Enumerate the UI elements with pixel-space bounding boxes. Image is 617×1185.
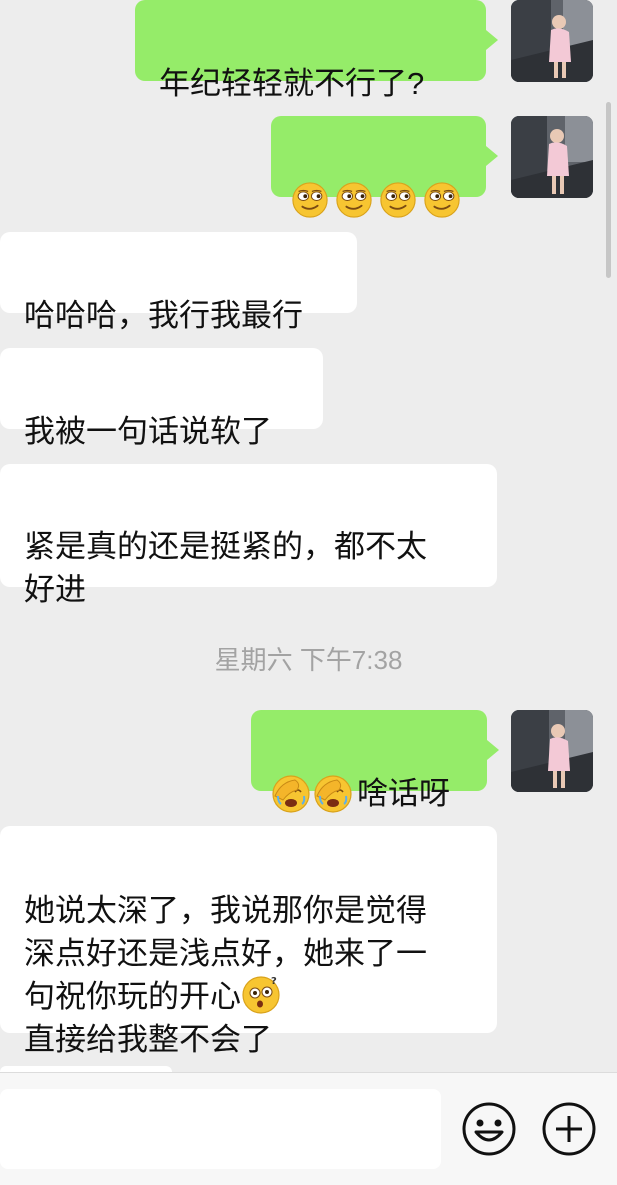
emoji-face-icon[interactable] [461,1101,517,1157]
message-text: 哈哈哈，我行我最行 [24,298,303,333]
avatar[interactable] [511,116,593,198]
facepalm-emoji [314,774,352,813]
confused-emoji: ? [242,976,280,1014]
bubble-tail [486,30,498,50]
message-bubble-sent[interactable] [271,116,486,218]
message-bubble-sent[interactable]: 啥话呀 [251,710,487,813]
emoji-row: 啥话呀 [271,772,467,815]
chat-area: 年纪轻轻就不行了? 哈哈哈，我行我最行 我被一句话说软了 紧是真的还是挺紧的，都… [0,0,617,1072]
message-text: 年纪轻轻就不行了? [159,66,425,101]
message-bubble-received[interactable]: 哈哈哈，我行我最行 [0,232,357,333]
message-input[interactable] [0,1089,441,1169]
message-text: 她说太深了，我说那你是觉得 深点好还是浅点好，她来了一 句祝你玩的开心 [24,893,427,1014]
smirk-emoji [336,181,372,218]
plus-icon[interactable] [541,1101,597,1157]
message-bubble-received[interactable]: 她说太深了，我说那你是觉得 深点好还是浅点好，她来了一 句祝你玩的开心? 直接给… [0,826,497,1057]
bubble-tail [487,740,499,760]
message-bubble-received[interactable]: 我被一句话说软了 [0,348,323,449]
avatar[interactable] [511,710,593,792]
message-bubble-sent[interactable]: 年纪轻轻就不行了? [135,0,486,101]
smirk-emoji [424,181,460,218]
timestamp: 星期六 下午7:38 [214,645,403,675]
message-text: 直接给我整不会了 [24,1022,272,1057]
emoji-row [291,178,466,221]
message-text: 啥话呀 [357,776,450,811]
message-text: 我被一句话说软了 [24,414,272,449]
bubble-tail [486,146,498,166]
input-bar [0,1072,617,1185]
message-text: 紧是真的还是挺紧的，都不太 好进 [24,529,427,607]
avatar[interactable] [511,0,593,82]
scrollbar[interactable] [606,102,611,278]
smirk-emoji [292,181,328,218]
facepalm-emoji [272,774,310,813]
message-bubble-received[interactable]: 紧是真的还是挺紧的，都不太 好进 [0,464,497,607]
smirk-emoji [380,181,416,218]
svg-text:?: ? [271,976,277,987]
